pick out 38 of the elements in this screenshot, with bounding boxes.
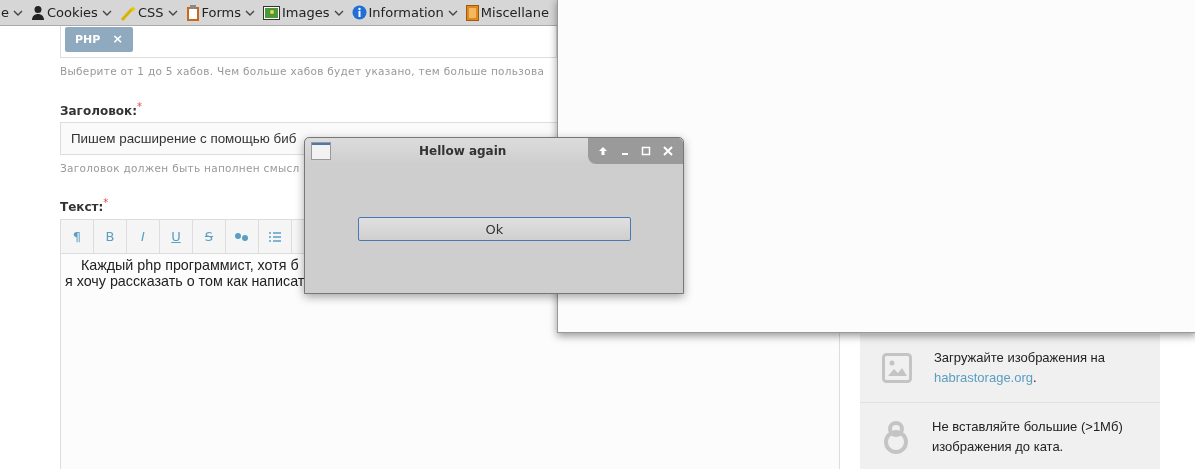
chevron-icon <box>167 9 178 16</box>
chevron-icon <box>245 9 256 16</box>
list-icon <box>269 231 281 242</box>
book-icon <box>465 4 479 21</box>
title-hint: Заголовок должен быть наполнен смысл <box>60 162 301 174</box>
clipboard-icon <box>185 4 200 21</box>
quote-icon <box>235 231 249 242</box>
sidebar-note: Не вставляйте большие (>1Мб) изображения до ката. <box>932 418 1124 456</box>
up-arrow-icon[interactable] <box>597 146 608 156</box>
toolbar-menu[interactable]: Information <box>351 5 458 20</box>
chevron-icon <box>101 9 112 16</box>
image-icon <box>882 353 912 383</box>
toolbar-menu[interactable]: e <box>1 5 23 20</box>
toolbar-menu[interactable]: Forms <box>185 4 256 21</box>
title-label: Заголовок: <box>60 104 137 118</box>
required-mark: * <box>103 197 109 208</box>
hubs-hint: Выберите от 1 до 5 хабов. Чем больше хабов будет указано, тем больше пользова <box>60 65 546 77</box>
chevron-icon <box>447 9 458 16</box>
hub-label: PHP <box>75 33 101 46</box>
toolbar-menu[interactable]: Miscellane <box>465 4 549 21</box>
info-icon <box>351 5 367 20</box>
dialog-title: Hellow again <box>419 144 507 158</box>
toolbar-menu[interactable]: Images <box>263 5 344 20</box>
close-icon[interactable] <box>663 146 674 156</box>
toolbar-menu[interactable]: CSS <box>119 4 178 21</box>
chevron-icon <box>13 9 23 16</box>
image-icon <box>263 5 281 20</box>
sidebar-note: Загружайте изображения на habrastorage.org. <box>934 349 1107 387</box>
chevron-icon <box>333 9 344 16</box>
person-icon <box>31 4 45 21</box>
required-mark: * <box>136 101 142 112</box>
window-icon <box>311 142 331 160</box>
ok-button[interactable]: Ok <box>358 217 631 241</box>
maximize-icon[interactable] <box>641 146 652 156</box>
weight-icon <box>882 420 910 454</box>
toolbar-menu[interactable]: Cookies <box>31 4 112 21</box>
text-label: Текст: <box>60 200 104 214</box>
wand-icon <box>119 4 136 21</box>
